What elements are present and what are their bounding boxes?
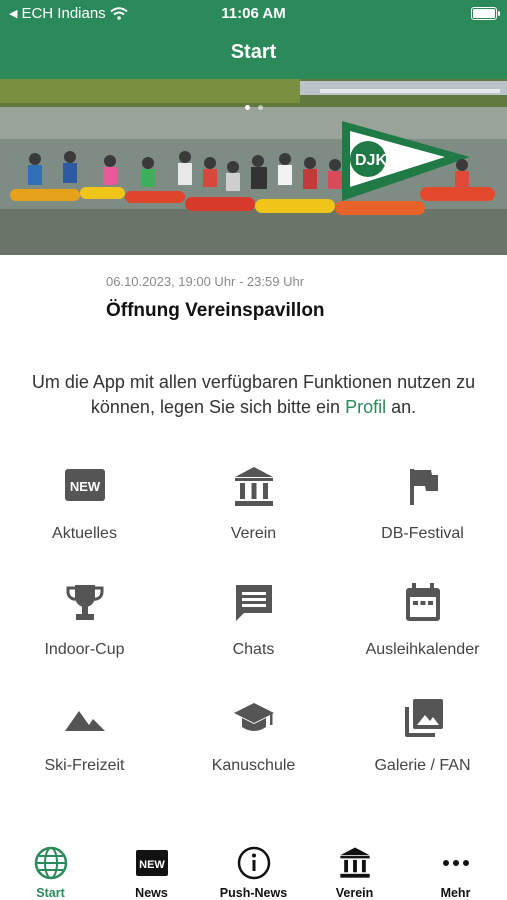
tab-start[interactable]: Start: [0, 846, 101, 900]
tab-label: Mehr: [440, 886, 471, 900]
tile-label: Ski-Freizeit: [44, 757, 125, 774]
tile-label: Galerie / FAN: [374, 757, 471, 774]
info-icon: [237, 846, 270, 880]
page-title: Start: [230, 41, 277, 63]
tile-label: Kanuschule: [211, 757, 296, 774]
more-dots-icon: [442, 860, 469, 866]
tile-label: Chats: [232, 641, 275, 658]
event-title[interactable]: Öffnung Vereinspavillon: [106, 300, 325, 322]
tile-aktuelles[interactable]: NEW Aktuelles: [0, 465, 169, 575]
tile-chats[interactable]: Chats: [169, 581, 338, 691]
tab-bar: Start NEW News Push-News Verein Mehr: [0, 838, 507, 900]
tab-label: Start: [36, 886, 65, 900]
tab-label: Verein: [335, 886, 374, 900]
profile-link[interactable]: Profil: [345, 397, 386, 417]
status-bar: ◀ ECH Indians 11:06 AM: [0, 0, 507, 28]
new-badge-icon: NEW: [64, 469, 105, 501]
mountains-icon: [64, 711, 105, 731]
tile-indoor-cup[interactable]: Indoor-Cup: [0, 581, 169, 691]
tab-label: News: [135, 886, 168, 900]
tab-mehr[interactable]: Mehr: [405, 846, 506, 900]
tab-news[interactable]: NEW News: [101, 846, 202, 900]
tab-verein[interactable]: Verein: [304, 846, 405, 900]
profile-prompt: Um die App mit allen verfügbaren Funktio…: [20, 370, 487, 420]
status-time: 11:06 AM: [221, 5, 286, 22]
new-badge-icon: NEW: [135, 850, 168, 876]
chat-icon: [235, 585, 272, 621]
tile-label: Indoor-Cup: [44, 641, 125, 658]
tile-ski-freizeit[interactable]: Ski-Freizeit: [0, 697, 169, 807]
trophy-icon: [65, 585, 104, 620]
tile-galerie-fan[interactable]: Galerie / FAN: [338, 697, 507, 807]
tile-ausleihkalender[interactable]: Ausleihkalender: [338, 581, 507, 691]
tile-label: Verein: [230, 525, 277, 542]
carousel-dot[interactable]: [257, 105, 263, 110]
institution-icon: [339, 847, 370, 878]
hero-image-carousel[interactable]: DJK: [0, 79, 507, 255]
graduation-cap-icon: [233, 703, 274, 731]
app-header: ◀ ECH Indians 11:06 AM Start: [0, 0, 507, 79]
svg-text:NEW: NEW: [139, 859, 165, 871]
tab-label: Push-News: [219, 886, 288, 900]
tile-db-festival[interactable]: DB-Festival: [338, 465, 507, 575]
institution-icon: [234, 467, 273, 506]
carousel-dots[interactable]: [0, 105, 507, 110]
tile-kanuschule[interactable]: Kanuschule: [169, 697, 338, 807]
event-date: 06.10.2023, 19:00 Uhr - 23:59 Uhr: [106, 274, 305, 289]
tile-label: DB-Festival: [381, 525, 464, 542]
battery-icon: [471, 7, 500, 20]
tile-label: Aktuelles: [52, 525, 117, 542]
tab-push-news[interactable]: Push-News: [203, 846, 304, 900]
flag-icon: [409, 469, 438, 505]
profile-prompt-end: an.: [386, 397, 417, 417]
tile-verein[interactable]: Verein: [169, 465, 338, 575]
svg-text:NEW: NEW: [69, 479, 100, 494]
carousel-dot[interactable]: [244, 105, 250, 110]
globe-icon: [34, 846, 67, 880]
photo-library-icon: [404, 699, 443, 737]
calendar-icon: [405, 583, 440, 621]
tile-label: Ausleihkalender: [365, 641, 480, 658]
svg-text:DJK: DJK: [355, 152, 387, 169]
